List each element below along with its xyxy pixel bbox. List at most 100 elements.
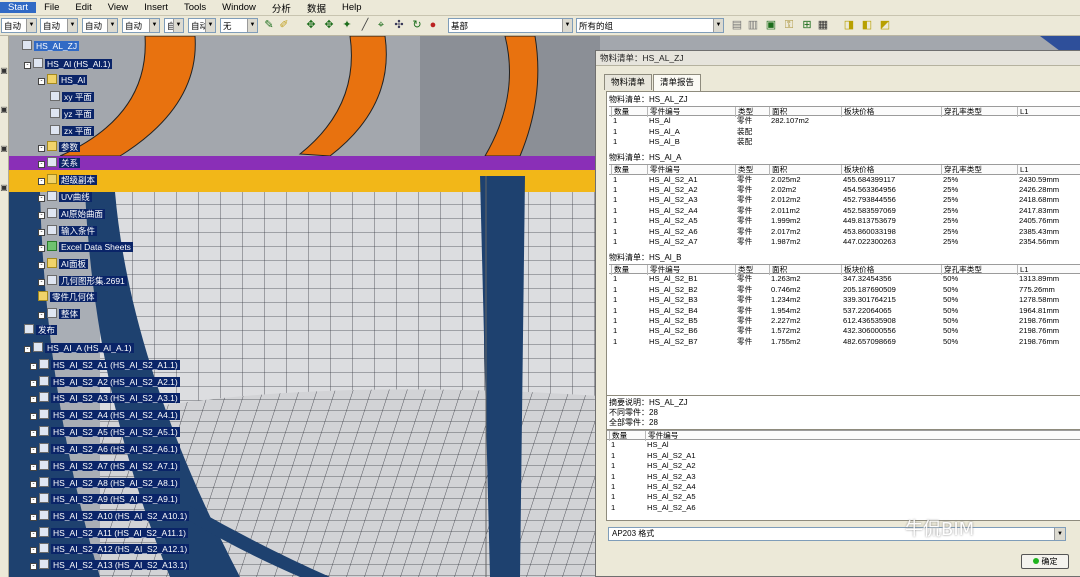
attach3-icon[interactable]: ◩: [878, 18, 892, 33]
tree-node[interactable]: - HS_AI_S2_A10 (HS_AI_S2_A10.1): [30, 510, 190, 523]
table-row[interactable]: 1 HS_Al_S2_B3 零件 1.234m2 339.301764215 50% 127…: [609, 295, 1080, 305]
ok-button[interactable]: 确定: [1021, 554, 1069, 569]
tree-node[interactable]: - HS_AI_S2_A4 (HS_AI_S2_A4.1): [30, 409, 180, 422]
table-row[interactable]: 1 HS_Al_S2_A6 零件 2.017m2 453.860033198 25% 238…: [609, 227, 1080, 237]
expand-toggle-icon[interactable]: -: [30, 531, 37, 538]
menu-item[interactable]: Tools: [176, 2, 214, 13]
document-icon[interactable]: ▦: [816, 18, 830, 33]
tree-node[interactable]: - HS_AI_S2_A12 (HS_AI_S2_A12.1): [30, 543, 190, 556]
expand-toggle-icon[interactable]: -: [30, 380, 37, 387]
format-select[interactable]: AP203 格式 ▼: [608, 527, 1066, 541]
sphere-icon[interactable]: ●: [426, 18, 440, 33]
table-row[interactable]: 1 HS_Al_S2_B6 零件 1.572m2 432.306000556 50% 219…: [609, 326, 1080, 336]
menu-item[interactable]: File: [36, 2, 67, 13]
rotate-icon[interactable]: ↻: [410, 18, 424, 33]
table-row[interactable]: 1 HS_Al_S2_A5: [607, 492, 1080, 502]
expand-toggle-icon[interactable]: -: [30, 430, 37, 437]
table-row[interactable]: 1 HS_Al_S2_A1 零件 2.025m2 455.684399117 25% 243…: [609, 175, 1080, 185]
compass-icon[interactable]: ✦: [340, 18, 354, 33]
menu-item[interactable]: Help: [334, 2, 370, 13]
expand-toggle-icon[interactable]: -: [38, 229, 45, 236]
table-row[interactable]: 1 HS_Al_S2_B7 零件 1.755m2 482.657098669 50% 219…: [609, 337, 1080, 347]
tree-node[interactable]: zx 平面: [50, 125, 94, 138]
tree-node[interactable]: - HS_AI_S2_A11 (HS_AI_S2_A11.1): [30, 527, 188, 540]
expand-toggle-icon[interactable]: -: [38, 161, 45, 168]
table-row[interactable]: 1 HS_Al_S2_A4: [607, 482, 1080, 492]
tree-node[interactable]: - HS_AI_S2_A13 (HS_AI_S2_A13.1): [30, 559, 190, 572]
attach-icon[interactable]: ◨: [842, 18, 856, 33]
table-row[interactable]: 1 HS_Al_S2_A1: [607, 451, 1080, 461]
tree-node[interactable]: yz 平面: [50, 108, 94, 121]
expand-toggle-icon[interactable]: -: [30, 464, 37, 471]
measure-icon[interactable]: ✣: [392, 18, 406, 33]
tree-node[interactable]: xy 平面: [50, 91, 94, 104]
transparency-combo[interactable]: 自动 ▼: [82, 18, 118, 33]
tree-node[interactable]: - 超级副本: [38, 174, 98, 187]
tree-node[interactable]: - HS_AI_S2_A9 (HS_AI_S2_A9.1): [30, 493, 180, 506]
menu-item[interactable]: 数据: [299, 1, 334, 15]
lineweight-combo[interactable]: 自动 ▼: [122, 18, 160, 33]
point-combo[interactable]: 自动 ▼: [188, 18, 216, 33]
tree-node[interactable]: - HS_AI_S2_A8 (HS_AI_S2_A8.1): [30, 477, 180, 490]
tree-node[interactable]: - HS_AI_S2_A6 (HS_AI_S2_A6.1): [30, 443, 180, 456]
expand-toggle-icon[interactable]: -: [38, 245, 45, 252]
painter-icon[interactable]: ✎: [262, 18, 276, 33]
pick-icon[interactable]: ⌖: [374, 18, 388, 33]
expand-toggle-icon[interactable]: -: [24, 346, 31, 353]
tree-node[interactable]: - HS_Al (HS_Al.1): [24, 58, 113, 71]
tree-node[interactable]: - 参数: [38, 141, 81, 154]
expand-toggle-icon[interactable]: -: [24, 62, 31, 69]
expand-toggle-icon[interactable]: -: [38, 212, 45, 219]
tree-node[interactable]: - HS_AI_S2_A1 (HS_AI_S2_A1.1): [30, 359, 180, 372]
snap-icon[interactable]: ✥: [322, 18, 336, 33]
expand-toggle-icon[interactable]: -: [30, 514, 37, 521]
table-row[interactable]: 1 HS_Al_S2_B2 零件 0.746m2 205.187690509 50% 775…: [609, 285, 1080, 295]
tree-node[interactable]: - HS_Al: [38, 74, 88, 87]
tree-node[interactable]: - HS_AI_S2_A2 (HS_AI_S2_A2.1): [30, 376, 180, 389]
group-filter-combo[interactable]: 所有的组 ▼: [576, 18, 724, 33]
table-row[interactable]: 1 HS_Al_S2_A6: [607, 503, 1080, 513]
tree-node[interactable]: - HS_AI_S2_A5 (HS_AI_S2_A5.1): [30, 426, 180, 439]
expand-toggle-icon[interactable]: -: [30, 481, 37, 488]
expand-toggle-icon[interactable]: -: [30, 396, 37, 403]
linetype-combo[interactable]: 自动 ▼: [1, 18, 37, 33]
expand-toggle-icon[interactable]: -: [30, 547, 37, 554]
tree-node[interactable]: - AI原始曲面: [38, 208, 106, 221]
tree-node[interactable]: - 整体: [38, 308, 81, 321]
expand-toggle-icon[interactable]: -: [30, 563, 37, 570]
table-row[interactable]: 1 HS_Al_S2_A2: [607, 461, 1080, 471]
tree-node[interactable]: - UV曲线: [38, 191, 92, 204]
expand-toggle-icon[interactable]: -: [30, 363, 37, 370]
menu-item[interactable]: Start: [0, 2, 37, 13]
catalog-icon[interactable]: ▣: [764, 18, 778, 33]
tree-node[interactable]: - AI面板: [38, 258, 89, 271]
tree-node[interactable]: - 几何图形集.2691: [38, 275, 127, 288]
table-row[interactable]: 1 HS_Al: [607, 440, 1080, 450]
brush-icon[interactable]: ✐: [277, 18, 291, 33]
expand-toggle-icon[interactable]: -: [30, 413, 37, 420]
table-row[interactable]: 1 HS_Al_S2_A4 零件 2.011m2 452.583597069 25% 241…: [609, 206, 1080, 216]
expand-toggle-icon[interactable]: -: [38, 178, 45, 185]
menu-item[interactable]: Window: [214, 2, 264, 13]
menu-item[interactable]: View: [100, 2, 136, 13]
color-combo[interactable]: 自动 ▼: [40, 18, 78, 33]
table-row[interactable]: 1 HS_Al_B 装配: [609, 137, 1080, 147]
style-combo[interactable]: 自动▼: [164, 18, 184, 33]
hierarchy-icon[interactable]: ⊞: [800, 18, 814, 33]
table-row[interactable]: 1 HS_Al_S2_A3: [607, 472, 1080, 482]
tree-node[interactable]: 零件几何体: [38, 291, 97, 304]
expand-toggle-icon[interactable]: -: [38, 312, 45, 319]
expand-toggle-icon[interactable]: -: [38, 279, 45, 286]
expand-toggle-icon[interactable]: -: [30, 447, 37, 454]
key-icon[interactable]: ⚿: [782, 18, 796, 33]
tree-node[interactable]: - HS_AI_S2_A7 (HS_AI_S2_A7.1): [30, 460, 180, 473]
tree-node[interactable]: - HS_AI_A (HS_AI_A.1): [24, 342, 134, 355]
table-row[interactable]: 1 HS_Al_S2_B5 零件 2.227m2 612.436535908 50% 219…: [609, 316, 1080, 326]
layer-combo[interactable]: 基部 ▼: [448, 18, 573, 33]
table-row[interactable]: 1 HS_Al_S2_A7 零件 1.987m2 447.022300263 25% 235…: [609, 237, 1080, 247]
expand-toggle-icon[interactable]: -: [38, 195, 45, 202]
table-row[interactable]: 1 HS_Al_S2_A3 零件 2.012m2 452.793844556 25% 241…: [609, 195, 1080, 205]
layer-none-combo[interactable]: 无 ▼: [220, 18, 258, 33]
tree-node[interactable]: - HS_AI_S2_A3 (HS_AI_S2_A3.1): [30, 392, 180, 405]
menu-item[interactable]: Insert: [136, 2, 176, 13]
